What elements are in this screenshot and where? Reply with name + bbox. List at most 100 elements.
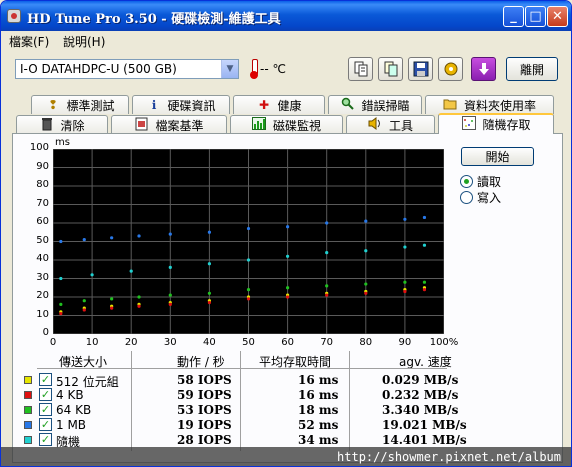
data-point xyxy=(364,249,368,253)
y-axis-unit: ms xyxy=(55,137,70,148)
table-row: ✓ 隨機 28 IOPS 34 ms 14.401 MB/s xyxy=(22,432,467,449)
data-point xyxy=(364,219,368,223)
row-speed: 3.340 MB/s xyxy=(382,403,459,417)
series-checkbox[interactable]: ✓ xyxy=(39,388,52,401)
read-radio-label: 讀取 xyxy=(477,175,502,189)
row-access: 18 ms xyxy=(298,403,339,417)
data-point xyxy=(422,243,427,247)
table-row: ✓ 64 KB 53 IOPS 18 ms 3.340 MB/s xyxy=(22,402,462,417)
tab-file-benchmark[interactable]: 檔案基準 xyxy=(111,115,227,134)
copy-screenshot-icon[interactable] xyxy=(378,57,403,81)
exit-button[interactable]: 離開 xyxy=(506,57,558,81)
download-icon[interactable] xyxy=(471,57,496,81)
data-point xyxy=(129,269,133,273)
x-tick-label: 60 xyxy=(281,337,294,348)
menu-help[interactable]: 說明(H) xyxy=(63,33,105,50)
copy-text-icon[interactable] xyxy=(348,57,373,81)
row-size: 4 KB xyxy=(56,388,84,402)
trash-icon xyxy=(39,117,54,134)
data-point xyxy=(364,291,368,295)
tab-random-access[interactable]: 隨機存取 xyxy=(438,113,554,134)
data-point xyxy=(137,295,141,299)
tab-label: 資料夾使用率 xyxy=(463,98,536,113)
series-checkbox[interactable]: ✓ xyxy=(39,403,52,416)
app-icon[interactable] xyxy=(7,9,21,23)
x-tick-label: 40 xyxy=(203,337,216,348)
tab-health[interactable]: ✚ 健康 xyxy=(233,95,325,114)
data-point xyxy=(422,215,427,220)
tab-info[interactable]: ℹ 硬碟資訊 xyxy=(132,95,230,114)
y-tick-label: 80 xyxy=(36,179,49,190)
y-tick-label: 70 xyxy=(36,197,49,209)
series-checkbox[interactable]: ✓ xyxy=(39,418,52,431)
random-access-icon xyxy=(461,116,476,133)
tab-erase[interactable]: 清除 xyxy=(16,115,108,134)
data-point xyxy=(246,258,251,262)
tab-folder-usage[interactable]: 資料夾使用率 xyxy=(425,95,554,114)
data-point xyxy=(325,284,329,288)
x-tick-label: 0 xyxy=(49,337,57,348)
read-radio-indicator[interactable] xyxy=(460,175,473,188)
y-tick-label: 100 xyxy=(29,142,49,153)
row-speed: 19.021 MB/s xyxy=(382,418,467,432)
row-speed: 0.029 MB/s xyxy=(382,373,459,387)
data-point xyxy=(168,232,172,236)
y-tick-label: 40 xyxy=(36,253,49,264)
row-access: 52 ms xyxy=(298,418,339,432)
y-tick-label: 30 xyxy=(36,271,49,283)
write-radio-indicator[interactable] xyxy=(460,191,473,204)
row-size: 1 MB xyxy=(56,418,87,432)
table-row: ✓ 1 MB 19 IOPS 52 ms 19.021 MB/s xyxy=(22,417,467,432)
data-point xyxy=(207,230,211,234)
table-row: ✓ 512 位元組 58 IOPS 16 ms 0.029 MB/s xyxy=(22,372,462,389)
write-radio[interactable]: 寫入 xyxy=(460,189,501,206)
data-point xyxy=(403,280,407,284)
series-color-swatch xyxy=(24,391,32,399)
data-point xyxy=(59,302,63,306)
start-button[interactable]: 開始 xyxy=(461,147,534,166)
series-checkbox[interactable]: ✓ xyxy=(39,433,52,446)
minimize-button[interactable]: _ xyxy=(503,6,524,27)
app-window: HD Tune Pro 3.50 - 硬碟檢測-維護工具 _ □ ✕ 檔案(F)… xyxy=(0,0,572,467)
options-icon[interactable] xyxy=(438,57,463,81)
read-radio[interactable]: 讀取 xyxy=(460,173,501,190)
row-ops: 53 IOPS xyxy=(177,403,232,417)
row-speed: 14.401 MB/s xyxy=(382,433,467,447)
data-point xyxy=(82,238,86,242)
title-bar[interactable]: HD Tune Pro 3.50 - 硬碟檢測-維護工具 _ □ ✕ xyxy=(1,1,571,31)
folder-icon xyxy=(443,98,458,113)
data-point xyxy=(246,226,251,231)
data-point xyxy=(286,286,290,290)
tab-benchmark[interactable]: ❢ 標準測試 xyxy=(31,95,129,114)
data-point xyxy=(82,308,86,312)
drive-select[interactable]: I-O DATAHDPC-U (500 GB) ▼ xyxy=(15,59,239,79)
row-ops: 58 IOPS xyxy=(177,373,232,387)
close-button[interactable]: ✕ xyxy=(547,6,568,27)
info-bulb-icon: ❢ xyxy=(47,98,59,112)
row-access: 16 ms xyxy=(298,373,339,387)
tab-tools[interactable]: 工具 xyxy=(346,115,435,134)
health-cross-icon: ✚ xyxy=(258,98,270,112)
data-point xyxy=(286,254,290,258)
data-point xyxy=(325,293,329,297)
tab-disk-monitor[interactable]: 磁碟監視 xyxy=(230,115,343,134)
x-tick-label: 90 xyxy=(398,337,412,348)
row-ops: 59 IOPS xyxy=(177,388,232,402)
data-point xyxy=(168,302,172,306)
data-point xyxy=(364,282,368,286)
series-color-swatch xyxy=(24,406,32,414)
tab-error-scan[interactable]: 錯誤掃瞄 xyxy=(328,95,422,114)
maximize-button[interactable]: □ xyxy=(525,6,546,27)
menu-file[interactable]: 檔案(F) xyxy=(9,33,49,50)
data-point xyxy=(82,299,86,303)
series-checkbox[interactable]: ✓ xyxy=(39,373,52,386)
data-point xyxy=(59,239,63,244)
watermark-url: http://showmer.pixnet.net/album xyxy=(1,447,571,466)
data-point xyxy=(325,251,329,255)
row-speed: 0.232 MB/s xyxy=(382,388,459,402)
x-tick-label: 30 xyxy=(163,337,177,348)
save-icon[interactable] xyxy=(408,57,433,81)
data-point xyxy=(325,221,329,225)
chevron-down-icon[interactable]: ▼ xyxy=(221,60,238,78)
data-point xyxy=(403,245,407,249)
